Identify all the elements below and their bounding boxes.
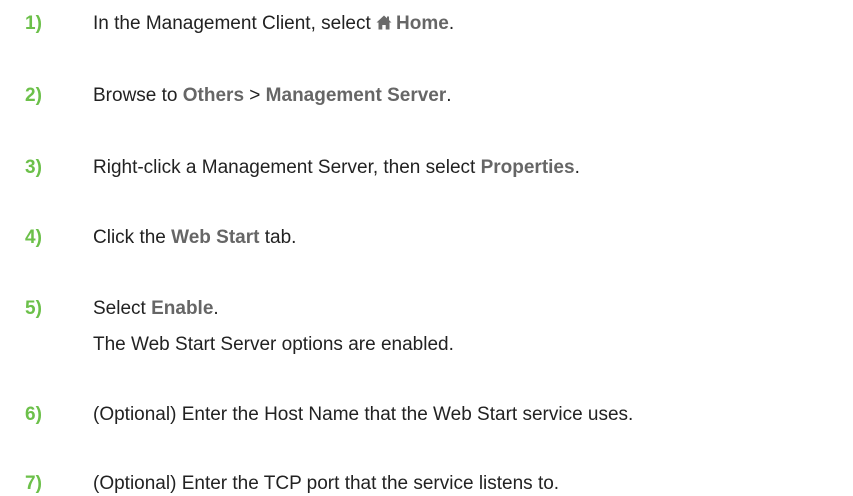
path-separator: > [244,85,266,106]
step-number: 1) [25,13,42,34]
ui-label-properties: Properties [480,157,575,178]
step-instruction: Select Enable. The Web Start Server optio… [93,297,454,357]
step-text-part: Select [93,298,152,319]
home-icon [376,15,392,30]
step-text-part: In the Management Client, select [93,13,377,34]
step-text-part: . [446,85,452,106]
step-text-part: tab. [259,227,297,248]
step-result: The Web Start Server options are enabled… [93,334,454,355]
step-text-part: Browse to [93,85,183,106]
ui-label-text: Home [396,13,449,34]
step-text-part: . [213,298,219,319]
step-number: 7) [25,473,42,494]
step-text-part: . [448,13,455,34]
step-number: 4) [25,227,42,248]
step-instruction: (Optional) Enter the Host Name that the … [93,404,634,425]
ui-label-others: Others [182,85,245,106]
step-instruction: In the Management Client, select Home. [93,12,454,36]
step-text-part: Right-click a Management Server, then se… [93,157,481,178]
ui-label-enable: Enable [151,298,214,319]
step-instruction: (Optional) Enter the TCP port that the s… [93,473,560,494]
step-number: 3) [25,157,42,178]
step-instruction: Browse to Others > Management Server. [93,84,452,108]
step-number: 5) [25,298,42,319]
step-text-part: Click the [93,227,172,248]
step-text-part: . [574,157,580,178]
ui-label-management-server: Management Server [265,85,447,106]
ui-label-web-start: Web Start [171,227,260,248]
step-number: 6) [25,404,42,425]
step-instruction: Right-click a Management Server, then se… [93,156,580,180]
home-ui-label: Home [376,13,449,34]
step-instruction: Click the Web Start tab. [93,226,296,250]
step-number: 2) [25,85,42,106]
